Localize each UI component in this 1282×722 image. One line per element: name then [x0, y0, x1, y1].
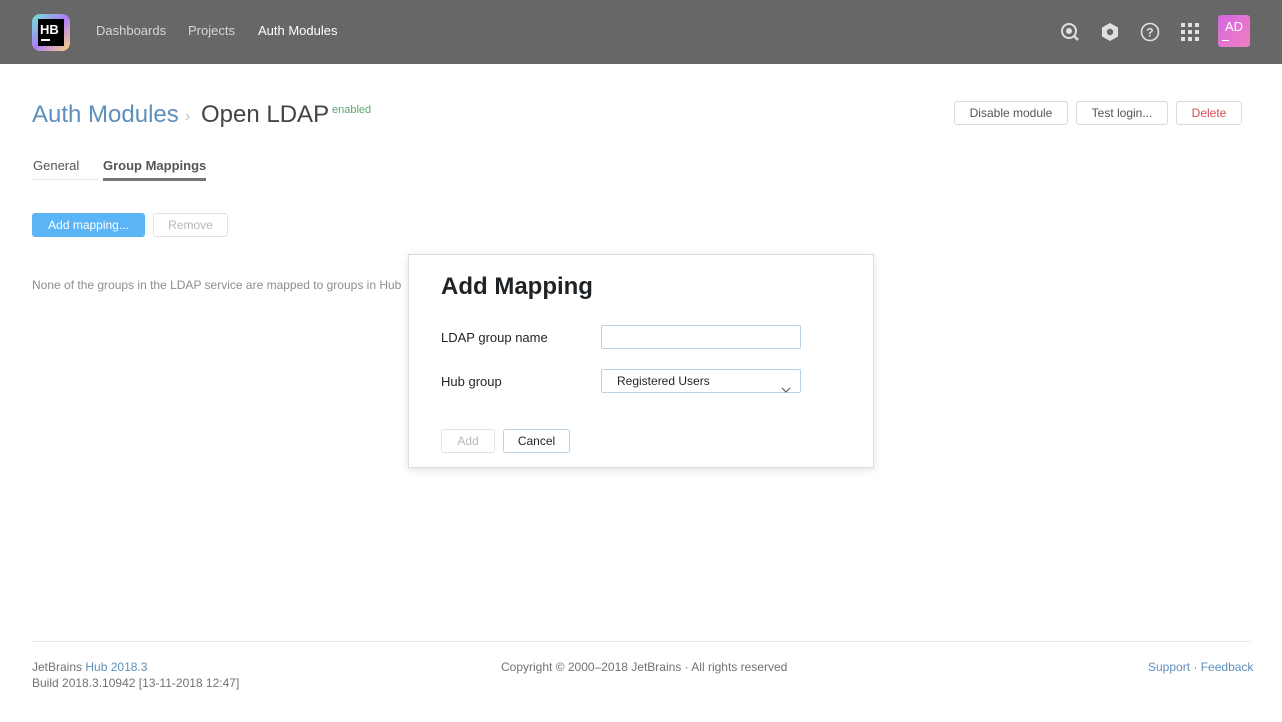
- top-header: HB Dashboards Projects Auth Modules ? AD: [0, 0, 1282, 64]
- footer-product-link[interactable]: Hub 2018.3: [85, 660, 147, 674]
- tab-general[interactable]: General: [33, 158, 79, 173]
- settings-icon[interactable]: [1100, 22, 1120, 42]
- user-avatar[interactable]: AD: [1218, 15, 1250, 47]
- dialog-add-button[interactable]: Add: [441, 429, 495, 453]
- tab-divider: [32, 179, 98, 180]
- hub-group-label: Hub group: [441, 374, 502, 389]
- apps-grid-icon[interactable]: [1180, 22, 1200, 42]
- feedback-link[interactable]: Feedback: [1201, 660, 1254, 674]
- ldap-group-input[interactable]: [601, 325, 801, 349]
- nav-dashboards[interactable]: Dashboards: [96, 23, 166, 38]
- hub-group-selected: Registered Users: [617, 374, 710, 388]
- delete-button[interactable]: Delete: [1176, 101, 1242, 125]
- remove-button[interactable]: Remove: [153, 213, 228, 237]
- breadcrumb-separator: ›: [185, 108, 191, 125]
- add-mapping-button[interactable]: Add mapping...: [32, 213, 145, 237]
- status-badge: enabled: [332, 104, 372, 116]
- add-mapping-dialog: Add Mapping LDAP group name Hub group Re…: [408, 254, 874, 468]
- ldap-group-label: LDAP group name: [441, 330, 548, 345]
- page-title: Open LDAP: [201, 101, 330, 128]
- footer-link-separator: ·: [1193, 660, 1198, 674]
- search-icon[interactable]: [1060, 22, 1080, 42]
- nav-projects[interactable]: Projects: [188, 23, 235, 38]
- footer-build: Build 2018.3.10942 [13-11-2018 12:47]: [32, 676, 240, 690]
- footer-links: Support · Feedback: [1148, 660, 1253, 674]
- svg-text:?: ?: [1146, 26, 1153, 40]
- support-link[interactable]: Support: [1148, 660, 1190, 674]
- empty-state-message: None of the groups in the LDAP service a…: [32, 278, 402, 292]
- disable-module-button[interactable]: Disable module: [954, 101, 1068, 125]
- test-login-button[interactable]: Test login...: [1076, 101, 1168, 125]
- footer-product: JetBrains Hub 2018.3: [32, 660, 147, 674]
- chevron-down-icon: [781, 378, 791, 393]
- nav-auth-modules[interactable]: Auth Modules: [258, 23, 338, 38]
- active-tab-indicator: [103, 178, 206, 181]
- tab-group-mappings[interactable]: Group Mappings: [103, 158, 206, 173]
- footer-copyright: Copyright © 2000–2018 JetBrains · All ri…: [501, 660, 788, 674]
- dialog-title: Add Mapping: [441, 273, 593, 300]
- dialog-cancel-button[interactable]: Cancel: [503, 429, 570, 453]
- hub-logo[interactable]: HB: [30, 12, 72, 53]
- breadcrumb-auth-modules[interactable]: Auth Modules: [32, 101, 179, 129]
- svg-text:HB: HB: [40, 22, 59, 37]
- footer-divider: [32, 641, 1250, 642]
- footer-company: JetBrains: [32, 660, 83, 674]
- hub-group-select[interactable]: Registered Users: [601, 369, 801, 393]
- avatar-initials: AD: [1224, 19, 1244, 34]
- help-icon[interactable]: ?: [1140, 22, 1160, 42]
